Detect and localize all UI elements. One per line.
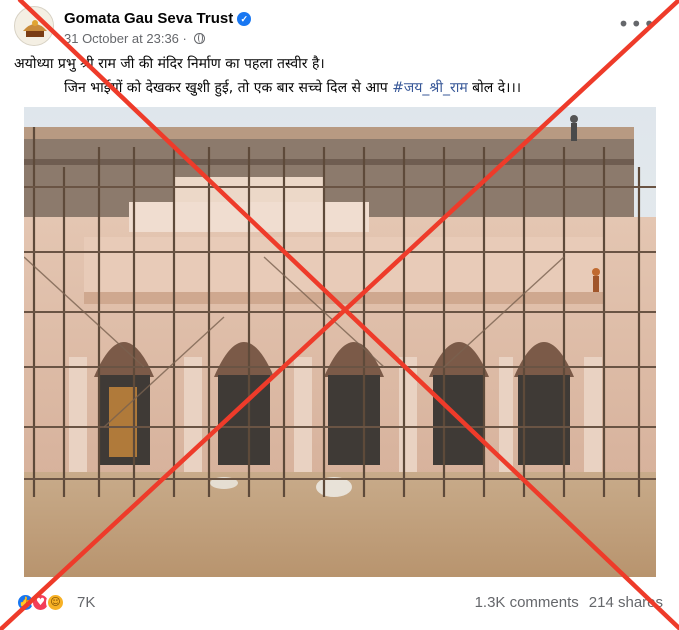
facebook-post: Gomata Gau Seva Trust ✓ 31 October at 23:… <box>0 0 679 630</box>
post-meta: 31 October at 23:36 · <box>64 31 205 46</box>
more-options-icon[interactable]: ••• <box>618 12 656 36</box>
page-avatar[interactable] <box>14 6 54 46</box>
public-globe-icon[interactable] <box>193 33 205 44</box>
post-photo[interactable] <box>24 107 656 577</box>
comments-count[interactable]: 1.3K comments <box>475 594 579 611</box>
caption-line-2-text: जिन भाईयों को देखकर खुशी हुई, तो एक बार … <box>64 80 393 96</box>
caption-line-2: जिन भाईयों को देखकर खुशी हुई, तो एक बार … <box>14 76 664 100</box>
construction-photo <box>24 107 656 577</box>
caption-line-1: अयोध्या प्रभु श्री राम जी की मंदिर निर्म… <box>14 56 325 72</box>
post-caption: अयोध्या प्रभु श्री राम जी की मंदिर निर्म… <box>14 52 664 100</box>
post-footer: 👍 ♥ ☺ 7K 1.3K comments 214 shares <box>0 583 679 630</box>
post-header: Gomata Gau Seva Trust ✓ 31 October at 23:… <box>14 6 664 50</box>
footer-divider <box>14 583 665 584</box>
post-timestamp[interactable]: 31 October at 23:36 <box>64 31 179 46</box>
page-name[interactable]: Gomata Gau Seva Trust <box>64 10 233 27</box>
engagement-stats: 1.3K comments 214 shares <box>475 594 663 611</box>
shares-count[interactable]: 214 shares <box>589 594 663 611</box>
page-name-link[interactable]: Gomata Gau Seva Trust ✓ <box>64 10 252 27</box>
caption-line-2-end: बोल दे।।। <box>467 80 522 96</box>
care-icon: ☺ <box>46 593 65 612</box>
hashtag-link[interactable]: #जय_श्री_राम <box>392 80 468 96</box>
verified-badge-icon: ✓ <box>237 12 252 26</box>
reaction-count[interactable]: 7K <box>77 594 95 611</box>
